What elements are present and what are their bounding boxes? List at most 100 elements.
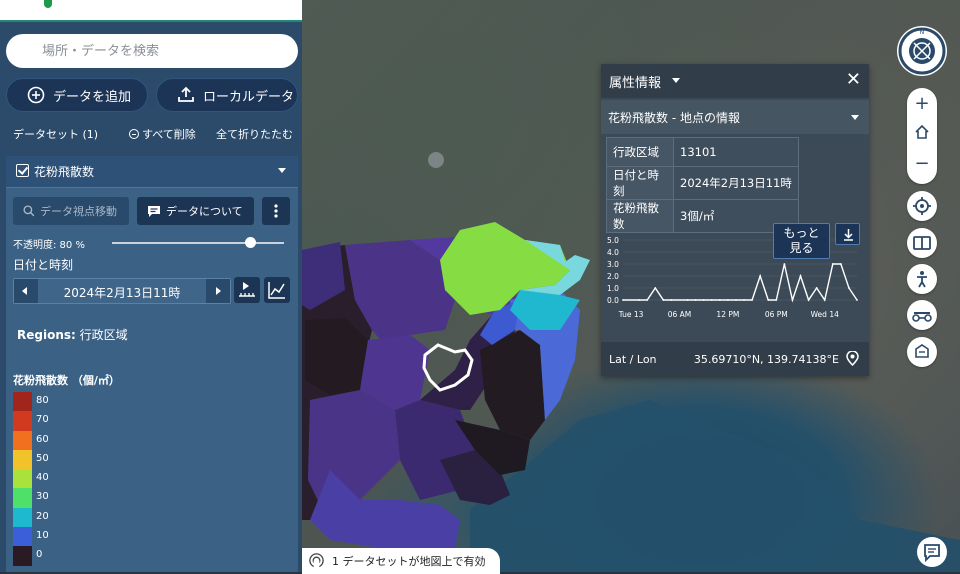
data-point bbox=[710, 299, 713, 301]
legend-swatch bbox=[13, 507, 32, 528]
status-text: 1 データセットが地図上で有効 bbox=[332, 555, 486, 568]
measure-tool-button[interactable] bbox=[907, 300, 937, 330]
feature-info-title: 属性情報 bbox=[609, 76, 662, 91]
feedback-button[interactable] bbox=[917, 537, 947, 567]
chevron-down-icon[interactable] bbox=[278, 168, 286, 173]
download-icon bbox=[844, 229, 853, 241]
data-point bbox=[694, 299, 697, 301]
dataset-title: 花粉飛散数 bbox=[34, 165, 95, 179]
next-time-button[interactable] bbox=[206, 279, 230, 303]
search-input[interactable] bbox=[6, 34, 298, 68]
more-options-button[interactable] bbox=[262, 197, 290, 225]
y-tick-label: 2.0 bbox=[607, 272, 619, 281]
data-point bbox=[807, 299, 810, 301]
legend-swatch bbox=[13, 411, 32, 431]
data-point bbox=[702, 299, 705, 301]
feature-section-header[interactable]: 花粉飛散数 - 地点の情報 bbox=[601, 100, 869, 134]
zoom-out-button[interactable]: − bbox=[907, 152, 937, 176]
chart-button[interactable] bbox=[264, 277, 290, 303]
location-pin-icon[interactable] bbox=[846, 351, 859, 366]
chevron-down-icon[interactable] bbox=[851, 115, 859, 120]
clear-all-button[interactable]: すべて削除 bbox=[129, 126, 196, 142]
data-point bbox=[775, 299, 778, 301]
x-tick-label: 12 PM bbox=[716, 310, 739, 319]
logo-icon bbox=[44, 0, 52, 8]
legend-swatch bbox=[13, 469, 32, 489]
attribute-value: 13101 bbox=[673, 137, 799, 167]
data-point bbox=[783, 263, 786, 265]
compass-icon: N bbox=[898, 27, 946, 75]
data-point bbox=[839, 263, 842, 265]
add-data-label: データを追加 bbox=[53, 89, 132, 105]
active-datasets-status: 1 データセットが地図上で有効 bbox=[302, 548, 500, 574]
opacity-slider-thumb[interactable] bbox=[244, 237, 256, 248]
data-point bbox=[662, 299, 665, 301]
show-more-label-line2: 見る bbox=[789, 241, 814, 255]
opacity-label: 不透明度: 80 % bbox=[13, 240, 85, 251]
legend-label: 70 bbox=[36, 414, 49, 426]
about-data-button[interactable]: データについて bbox=[137, 197, 254, 225]
latlon-value: 35.69710°N, 139.74138°E bbox=[693, 353, 839, 366]
dataset-header[interactable]: 花粉飛散数 bbox=[6, 156, 298, 188]
feature-info-header[interactable]: 属性情報 ✕ bbox=[601, 64, 869, 98]
zoom-in-button[interactable]: + bbox=[907, 92, 937, 116]
legend-swatch bbox=[13, 546, 32, 566]
data-point bbox=[686, 299, 689, 301]
add-data-button[interactable]: データを追加 bbox=[6, 78, 148, 112]
legend-swatch bbox=[13, 488, 32, 508]
plus-circle-icon bbox=[27, 86, 45, 104]
regions-prefix: Regions: bbox=[17, 328, 76, 342]
collapse-all-button[interactable]: 全て折りたたむ bbox=[216, 126, 293, 142]
data-point bbox=[646, 299, 649, 301]
legend-swatch bbox=[13, 449, 32, 470]
move-to-data-label: データ視点移動 bbox=[40, 205, 117, 218]
data-point bbox=[856, 299, 858, 301]
datetime-value[interactable]: 2024年2月13日11時 bbox=[38, 284, 206, 301]
datetime-label: 日付と時刻 bbox=[13, 258, 74, 272]
crosshair-icon bbox=[913, 197, 931, 215]
data-point bbox=[638, 299, 641, 301]
attribute-key: 日付と時刻 bbox=[606, 166, 674, 200]
timeline-button[interactable] bbox=[234, 277, 260, 303]
chevron-left-icon bbox=[22, 287, 27, 295]
story-button[interactable] bbox=[907, 337, 937, 367]
broadcast-icon bbox=[309, 553, 324, 569]
datetime-picker[interactable]: 2024年2月13日11時 bbox=[13, 278, 231, 304]
zoom-controls: + − bbox=[907, 88, 937, 184]
move-to-data-button[interactable]: データ視点移動 bbox=[13, 197, 129, 225]
show-more-label-line1: もっと bbox=[783, 226, 820, 240]
split-screen-icon bbox=[913, 236, 931, 250]
feature-section-title: 花粉飛散数 - 地点の情報 bbox=[608, 111, 740, 125]
previous-time-button[interactable] bbox=[14, 279, 38, 303]
person-icon bbox=[917, 271, 927, 288]
series-line bbox=[623, 263, 858, 303]
search-icon bbox=[23, 205, 35, 217]
legend-label: 60 bbox=[36, 433, 49, 445]
chevron-down-icon[interactable] bbox=[672, 78, 680, 83]
split-view-button[interactable] bbox=[907, 228, 937, 258]
chevron-right-icon bbox=[216, 287, 221, 295]
opacity-slider[interactable] bbox=[112, 242, 284, 244]
show-more-button[interactable]: もっと 見る bbox=[773, 223, 830, 259]
local-data-button[interactable]: ローカルデータ bbox=[156, 78, 298, 112]
download-button[interactable] bbox=[835, 223, 860, 245]
legend-title: 花粉飛散数 （個/㎡） bbox=[13, 374, 120, 387]
compass-control[interactable]: N bbox=[897, 26, 947, 76]
regions-text: Regions: 行政区域 bbox=[17, 326, 128, 343]
pedestrian-mode-button[interactable] bbox=[907, 264, 937, 294]
line-chart-icon bbox=[268, 282, 285, 299]
timeline-icon bbox=[239, 282, 255, 297]
home-button[interactable] bbox=[913, 123, 931, 141]
close-icon[interactable]: ✕ bbox=[846, 71, 861, 89]
legend-label: 0 bbox=[36, 549, 43, 561]
data-point bbox=[848, 287, 850, 289]
locate-button[interactable] bbox=[907, 191, 937, 221]
chat-icon bbox=[924, 544, 940, 563]
dataset-panel: 花粉飛散数 データ視点移動 データについて 不透明度: 80 % 日付と時刻 2… bbox=[6, 156, 298, 572]
x-tick-label: 06 PM bbox=[765, 310, 788, 319]
regions-value: 行政区域 bbox=[79, 328, 128, 342]
data-point bbox=[791, 299, 794, 301]
data-point bbox=[622, 299, 624, 301]
dataset-visibility-checkbox[interactable] bbox=[16, 164, 29, 177]
legend-swatch bbox=[13, 392, 32, 412]
